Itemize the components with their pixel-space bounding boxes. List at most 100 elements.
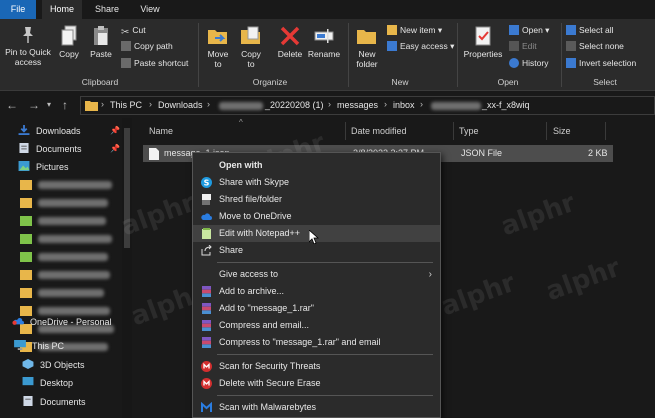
breadcrumb-downloads[interactable]: Downloads (158, 100, 203, 110)
easy-access-icon (387, 41, 397, 51)
redacted-text (38, 253, 108, 261)
ribbon-divider (198, 23, 199, 87)
breadcrumb-current-folder[interactable]: _xx-f_x8wiq (482, 100, 530, 110)
redacted-text (38, 271, 110, 279)
nav-item-documents[interactable]: Documents (18, 141, 82, 158)
ribbon-tabs: File Home Share View (0, 0, 655, 19)
paste-shortcut-button[interactable]: Paste shortcut (121, 57, 188, 70)
history-button[interactable]: History (509, 57, 548, 70)
move-to-button[interactable]: Move to (203, 25, 233, 69)
menu-separator (217, 354, 433, 355)
file-type: JSON File (461, 148, 503, 158)
column-header-type[interactable]: Type (459, 126, 479, 136)
menu-item-add-to-archive[interactable]: Add to archive... (193, 283, 440, 300)
new-item-button[interactable]: New item ▾ (387, 24, 442, 37)
menu-item-share-with-skype[interactable]: S Share with Skype (193, 174, 440, 191)
malwarebytes-icon (201, 402, 212, 412)
column-header-name[interactable]: Name (149, 126, 173, 136)
skype-icon: S (201, 177, 212, 188)
edit-button[interactable]: Edit (509, 40, 537, 53)
nav-item-desktop[interactable]: Desktop (22, 375, 73, 392)
new-folder-button[interactable]: New folder (352, 25, 382, 69)
pin-to-quick-access-button[interactable]: Pin to Quick access (2, 25, 54, 67)
address-bar[interactable]: › This PC › Downloads › _20220208 (1) › … (80, 96, 655, 115)
chevron-right-icon: › (428, 269, 432, 280)
select-none-button[interactable]: Select none (566, 40, 624, 53)
breadcrumb-inbox[interactable]: inbox (393, 100, 415, 110)
menu-item-share[interactable]: Share (193, 242, 440, 259)
invert-selection-icon (566, 58, 576, 68)
column-header-date[interactable]: Date modified (351, 126, 407, 136)
tab-share[interactable]: Share (88, 0, 126, 19)
column-divider[interactable] (546, 122, 547, 140)
select-all-button[interactable]: Select all (566, 24, 614, 37)
menu-item-compress-to-rar-and-email[interactable]: Compress to "message_1.rar" and email (193, 334, 440, 351)
nav-item-label: Documents (36, 144, 82, 154)
nav-item-downloads[interactable]: Downloads (18, 123, 81, 140)
redacted-text (38, 217, 106, 225)
breadcrumb-this-pc[interactable]: This PC (110, 100, 142, 110)
delete-button[interactable]: Delete (274, 25, 306, 59)
menu-item-add-to-rar[interactable]: Add to "message_1.rar" (193, 300, 440, 317)
paste-label: Paste (90, 49, 112, 59)
menu-item-compress-and-email[interactable]: Compress and email... (193, 317, 440, 334)
column-divider[interactable] (605, 122, 606, 140)
menu-item-move-to-onedrive[interactable]: Move to OneDrive (193, 208, 440, 225)
up-arrow-icon[interactable]: ↑ (62, 98, 68, 112)
back-arrow-icon[interactable]: ← (6, 98, 18, 112)
menu-item-label: Compress to "message_1.rar" and email (219, 337, 381, 347)
mcafee-icon (201, 361, 212, 372)
nav-item-3d-objects[interactable]: 3D Objects (22, 357, 85, 374)
copy-button[interactable]: Copy (56, 25, 82, 59)
menu-item-open-with[interactable]: Open with (193, 157, 440, 174)
breadcrumb-messages[interactable]: messages (337, 100, 378, 110)
documents-icon (19, 143, 29, 153)
open-button[interactable]: Open ▾ (509, 24, 549, 37)
copy-to-button[interactable]: Copy to (236, 25, 266, 69)
column-divider[interactable] (453, 122, 454, 140)
open-label: Open (522, 25, 543, 35)
new-item-icon (387, 25, 397, 35)
menu-item-label: Scan for Security Threats (219, 361, 321, 371)
easy-access-button[interactable]: Easy access ▾ (387, 40, 454, 53)
chevron-down-icon: ▾ (450, 41, 455, 51)
pin-icon: 📌 (110, 144, 120, 153)
tab-home[interactable]: Home (42, 0, 82, 19)
nav-item-this-pc[interactable]: This PC (14, 338, 64, 355)
nav-scrollbar-thumb[interactable] (124, 128, 130, 248)
column-header-size[interactable]: Size (553, 126, 571, 136)
onedrive-icon (12, 317, 24, 325)
paste-button[interactable]: Paste (88, 25, 114, 59)
menu-item-delete-secure-erase[interactable]: Delete with Secure Erase (193, 375, 440, 392)
nav-item-documents-pc[interactable]: Documents (22, 394, 86, 411)
menu-item-give-access-to[interactable]: Give access to › (193, 266, 440, 283)
clipboard-group-label: Clipboard (81, 77, 119, 87)
copy-icon (61, 25, 77, 46)
nav-item-label: Desktop (40, 378, 74, 388)
forward-arrow-icon[interactable]: → (28, 98, 40, 112)
json-file-icon (149, 148, 159, 160)
cut-button[interactable]: ✂ Cut (121, 24, 146, 38)
chevron-down-icon: ▾ (545, 25, 550, 35)
copy-path-button[interactable]: Copy path (121, 40, 173, 53)
properties-button[interactable]: Properties (461, 25, 505, 59)
menu-item-shred[interactable]: Shred file/folder (193, 191, 440, 208)
menu-item-scan-malwarebytes[interactable]: Scan with Malwarebytes (193, 399, 440, 416)
menu-item-scan-security-threats[interactable]: Scan for Security Threats (193, 358, 440, 375)
breadcrumb-folder-date[interactable]: _20220208 (1) (265, 100, 324, 110)
tab-file[interactable]: File (0, 0, 36, 19)
menu-item-label: Add to "message_1.rar" (219, 303, 314, 313)
recent-chevron-icon[interactable]: ▾ (47, 100, 51, 109)
new-folder-label: New folder (356, 49, 378, 69)
rename-button[interactable]: Rename (306, 25, 342, 59)
invert-selection-button[interactable]: Invert selection (566, 57, 636, 70)
nav-scrollbar[interactable] (122, 118, 132, 418)
nav-item-onedrive[interactable]: OneDrive - Personal (12, 314, 112, 331)
svg-text:S: S (204, 178, 210, 187)
nav-item-label: This PC (32, 341, 65, 351)
column-divider[interactable] (345, 122, 346, 140)
winrar-icon (202, 303, 211, 314)
tab-view[interactable]: View (132, 0, 168, 19)
nav-item-pictures[interactable]: Pictures (18, 159, 69, 176)
invert-selection-label: Invert selection (579, 58, 637, 68)
